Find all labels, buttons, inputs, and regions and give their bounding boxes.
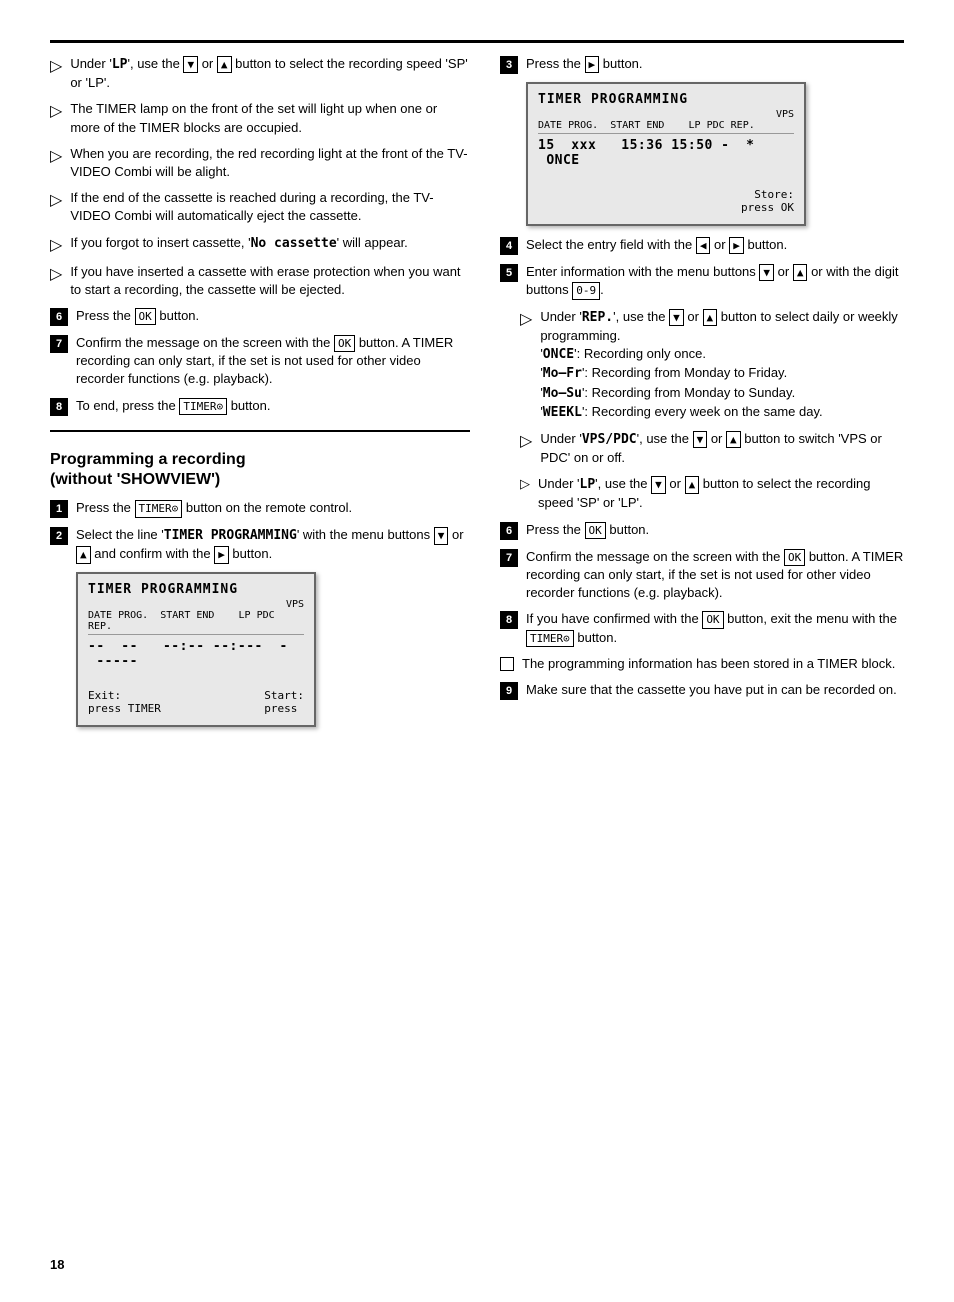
list-item: ▷ When you are recording, the red record… bbox=[50, 145, 470, 181]
arrow-right-icon: ▷ bbox=[50, 146, 62, 166]
numbered-item: 2 Select the line 'TIMER PROGRAMMING' wi… bbox=[50, 526, 470, 564]
step-text: Press the OK button. bbox=[76, 307, 470, 325]
list-item: ▷ Under 'VPS/PDC', use the ▼ or ▲ button… bbox=[520, 430, 904, 467]
list-item: ▷ The TIMER lamp on the front of the set… bbox=[50, 100, 470, 136]
timer-data-row: -- -- --:-- --:--- - ----- bbox=[88, 639, 304, 669]
step-text: Select the entry field with the ◀ or ▶ b… bbox=[526, 236, 904, 254]
timer-vps-label: VPS bbox=[88, 599, 304, 610]
timer-footer-start: Start:press bbox=[264, 689, 304, 715]
arrow-right-icon: ▷ bbox=[520, 431, 532, 451]
timer-footer-exit: Exit:press TIMER bbox=[88, 689, 161, 715]
numbered-item: 6 Press the OK button. bbox=[50, 307, 470, 326]
arrow-right-icon: ▷ bbox=[50, 56, 62, 76]
timer-footer: Exit:press TIMER Start:press bbox=[88, 689, 304, 715]
timer-footer: Store:press OK bbox=[538, 188, 794, 214]
timer-box-title: TIMER PROGRAMMING bbox=[88, 582, 304, 597]
timer-header: DATE PROG. START END LP PDC REP. bbox=[538, 120, 794, 134]
timer-vps-label: VPS bbox=[538, 109, 794, 120]
list-item: ▷ If the end of the cassette is reached … bbox=[50, 189, 470, 225]
section-title-line2: (without 'SHOWVIEW') bbox=[50, 471, 220, 488]
page-number: 18 bbox=[50, 1257, 64, 1272]
timer-data-row: 15 xxx 15:36 15:50 - * ONCE bbox=[538, 138, 794, 168]
numbered-item: 8 If you have confirmed with the OK butt… bbox=[500, 610, 904, 647]
step-number: 7 bbox=[50, 335, 68, 353]
step-number: 1 bbox=[50, 500, 68, 518]
step-number: 9 bbox=[500, 682, 518, 700]
bullet-text: Under 'REP.', use the ▼ or ▲ button to s… bbox=[540, 308, 904, 422]
step-number: 4 bbox=[500, 237, 518, 255]
step-number: 2 bbox=[50, 527, 68, 545]
list-item: ▷ Under 'LP', use the ▼ or ▲ button to s… bbox=[50, 55, 470, 92]
timer-box-title: TIMER PROGRAMMING bbox=[538, 92, 794, 107]
arrow-right-icon: ▷ bbox=[50, 235, 62, 255]
timer-programming-box-2: TIMER PROGRAMMING VPS DATE PROG. START E… bbox=[526, 82, 806, 226]
step-text: Make sure that the cassette you have put… bbox=[526, 681, 904, 699]
step-number: 6 bbox=[500, 522, 518, 540]
arrow-right-icon: ▷ bbox=[520, 309, 532, 329]
page: ▷ Under 'LP', use the ▼ or ▲ button to s… bbox=[0, 0, 954, 1302]
step-text: Press the ▶ button. bbox=[526, 55, 904, 73]
bullet-text: If you have inserted a cassette with era… bbox=[70, 263, 470, 299]
arrow-right-icon: ▷ bbox=[50, 190, 62, 210]
numbered-item: 5 Enter information with the menu button… bbox=[500, 263, 904, 300]
arrow-right-icon: ▷ bbox=[520, 476, 530, 492]
step-number: 7 bbox=[500, 549, 518, 567]
step-text: Select the line 'TIMER PROGRAMMING' with… bbox=[76, 526, 470, 564]
bullet-text: Under 'LP', use the ▼ or ▲ button to sel… bbox=[70, 55, 470, 92]
timer-header-text: DATE PROG. START END LP PDC REP. bbox=[538, 120, 755, 131]
step-number: 8 bbox=[500, 611, 518, 629]
top-rule bbox=[50, 40, 904, 43]
list-item: ▷ Under 'LP', use the ▼ or ▲ button to s… bbox=[520, 475, 904, 512]
numbered-item: 9 Make sure that the cassette you have p… bbox=[500, 681, 904, 700]
step-number: 6 bbox=[50, 308, 68, 326]
section-divider bbox=[50, 430, 470, 432]
numbered-item: 3 Press the ▶ button. bbox=[500, 55, 904, 74]
timer-header-text: DATE PROG. START END LP PDC REP. bbox=[88, 610, 304, 632]
arrow-right-icon: ▷ bbox=[50, 264, 62, 284]
list-item: ▷ If you forgot to insert cassette, 'No … bbox=[50, 234, 470, 255]
bullet-text: When you are recording, the red recordin… bbox=[70, 145, 470, 181]
bullet-text: The TIMER lamp on the front of the set w… bbox=[70, 100, 470, 136]
list-item: ▷ Under 'REP.', use the ▼ or ▲ button to… bbox=[520, 308, 904, 422]
list-item: ▷ If you have inserted a cassette with e… bbox=[50, 263, 470, 299]
numbered-item: 7 Confirm the message on the screen with… bbox=[500, 548, 904, 603]
step-number: 8 bbox=[50, 398, 68, 416]
numbered-item: 1 Press the TIMER⊙ button on the remote … bbox=[50, 499, 470, 518]
checkbox-item: The programming information has been sto… bbox=[500, 655, 904, 673]
step-text: Press the OK button. bbox=[526, 521, 904, 539]
step-text: Confirm the message on the screen with t… bbox=[76, 334, 470, 389]
step-text: Enter information with the menu buttons … bbox=[526, 263, 904, 300]
arrow-right-icon: ▷ bbox=[50, 101, 62, 121]
timer-header: DATE PROG. START END LP PDC REP. bbox=[88, 610, 304, 635]
section-title-line1: Programming a recording bbox=[50, 451, 246, 468]
bullet-text: If the end of the cassette is reached du… bbox=[70, 189, 470, 225]
step-text: To end, press the TIMER⊙ button. bbox=[76, 397, 470, 415]
numbered-item: 7 Confirm the message on the screen with… bbox=[50, 334, 470, 389]
section-title: Programming a recording (without 'SHOWVI… bbox=[50, 450, 470, 492]
step-text: Confirm the message on the screen with t… bbox=[526, 548, 904, 603]
numbered-item: 6 Press the OK button. bbox=[500, 521, 904, 540]
numbered-item: 4 Select the entry field with the ◀ or ▶… bbox=[500, 236, 904, 255]
numbered-item: 8 To end, press the TIMER⊙ button. bbox=[50, 397, 470, 416]
bullet-text: Under 'LP', use the ▼ or ▲ button to sel… bbox=[538, 475, 904, 512]
checkbox-icon bbox=[500, 657, 514, 671]
main-columns: ▷ Under 'LP', use the ▼ or ▲ button to s… bbox=[50, 55, 904, 735]
checkbox-text: The programming information has been sto… bbox=[522, 655, 904, 673]
left-column: ▷ Under 'LP', use the ▼ or ▲ button to s… bbox=[50, 55, 470, 735]
step-text: If you have confirmed with the OK button… bbox=[526, 610, 904, 647]
step-number: 3 bbox=[500, 56, 518, 74]
bullet-text: If you forgot to insert cassette, 'No ca… bbox=[70, 234, 407, 253]
step-number: 5 bbox=[500, 264, 518, 282]
step-text: Press the TIMER⊙ button on the remote co… bbox=[76, 499, 470, 517]
right-column: 3 Press the ▶ button. TIMER PROGRAMMING … bbox=[500, 55, 904, 735]
timer-programming-box-1: TIMER PROGRAMMING VPS DATE PROG. START E… bbox=[76, 572, 316, 727]
bullet-text: Under 'VPS/PDC', use the ▼ or ▲ button t… bbox=[540, 430, 904, 467]
